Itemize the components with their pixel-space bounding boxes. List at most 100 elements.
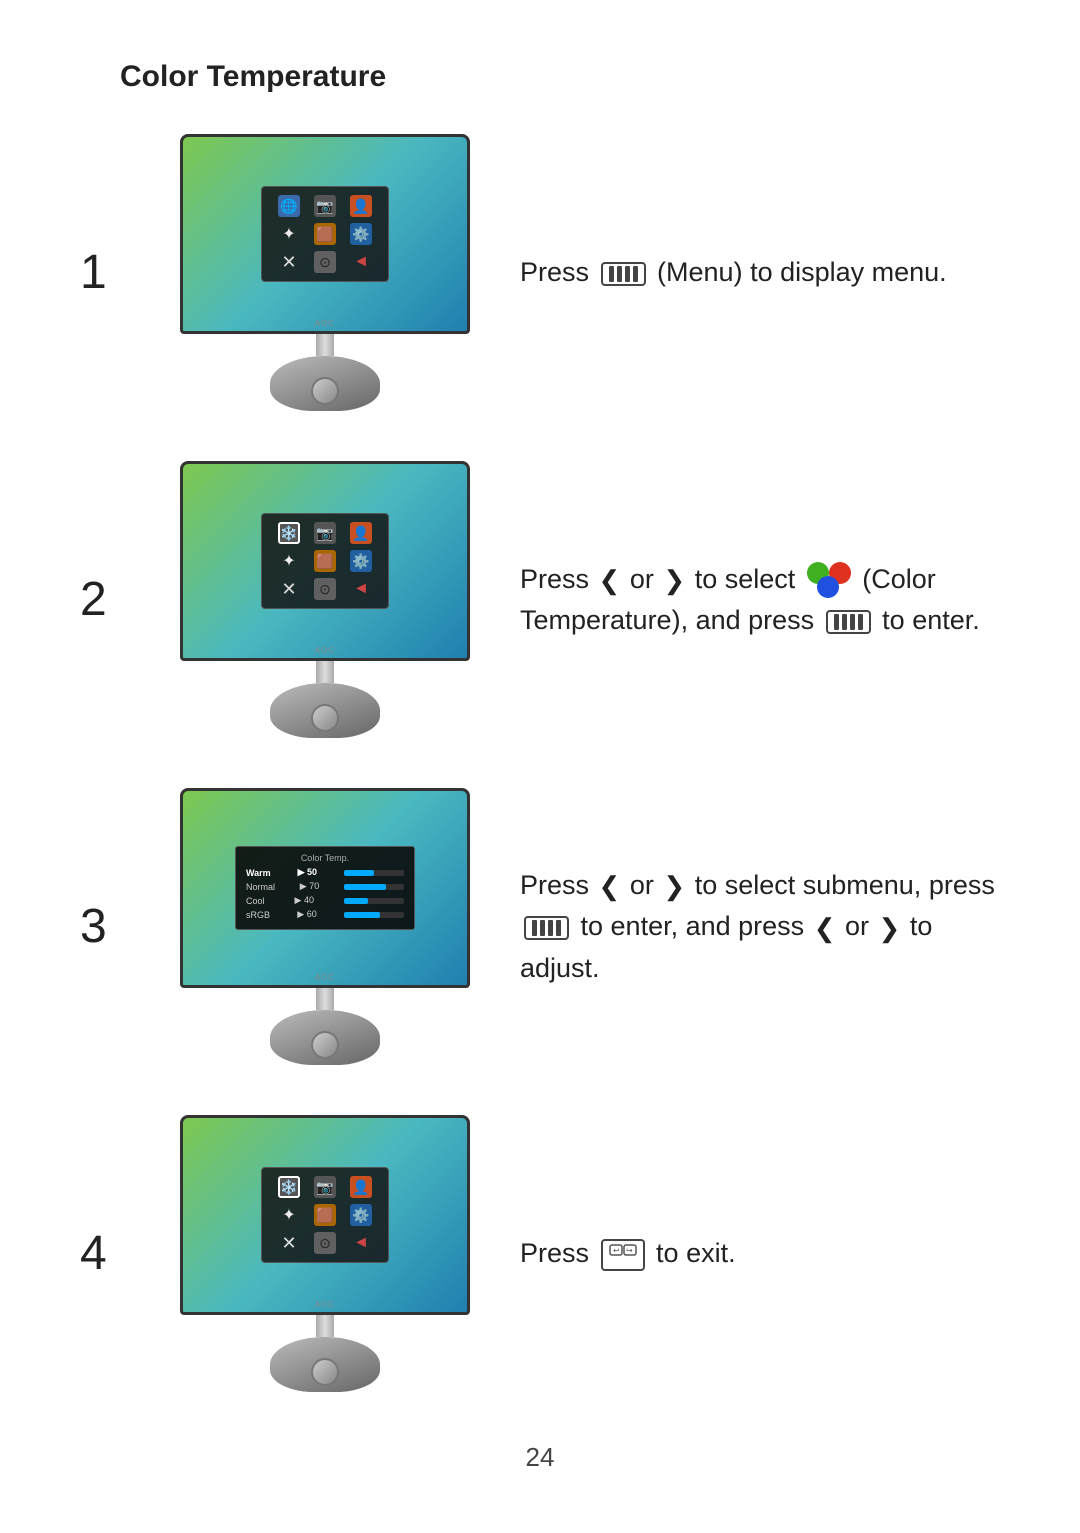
- stand-base-4: [270, 1337, 380, 1392]
- step-3-monitor: Color Temp. Warm ▶ 50 Normal ▶ 70 Cool ▶…: [170, 788, 480, 1065]
- step-2-number: 2: [80, 572, 130, 627]
- monitor-1-screen: 🌐 📷 👤 ✦ 🟫 ⚙️ ✕ ⊙ ◄ AOC: [183, 137, 467, 331]
- monitor-2: ❄️ 📷 👤 ✦ 🟫 ⚙️ ✕ ⊙ ◄ AOC: [180, 461, 470, 661]
- monitor-4-screen: ❄️ 📷 👤 ✦ 🟫 ⚙️ ✕ ⊙ ◄ AOC: [183, 1118, 467, 1312]
- icon-6: ⚙️: [350, 223, 372, 245]
- icon-4-8: ⊙: [314, 1232, 336, 1254]
- step-3-row: 3 Color Temp. Warm ▶ 50 Normal ▶ 70: [80, 788, 1000, 1065]
- menu-button-icon-3: [524, 916, 569, 940]
- step-4-desc: Press ↩ ↪ to exit.: [520, 1233, 1000, 1274]
- icon-7: ✕: [278, 251, 300, 273]
- monitor-brand-2: AOC: [315, 646, 335, 655]
- icon-3: 👤: [350, 195, 372, 217]
- svg-text:↩: ↩: [613, 1246, 620, 1255]
- stand-neck-1: [316, 334, 334, 356]
- submenu-title: Color Temp.: [246, 853, 404, 863]
- page-title: Color Temperature: [120, 60, 1000, 94]
- chevron-right-icon-3b: ❯: [879, 909, 901, 948]
- icon-4-5: 🟫: [314, 1204, 336, 1226]
- icon-2-4: ✦: [278, 550, 300, 572]
- monitor-3: Color Temp. Warm ▶ 50 Normal ▶ 70 Cool ▶…: [180, 788, 470, 988]
- monitor-brand-1: AOC: [315, 319, 335, 328]
- stand-foot-4: [311, 1358, 339, 1386]
- step-2-row: 2 ❄️ 📷 👤 ✦ 🟫 ⚙️ ✕ ⊙ ◄ AOC: [80, 461, 1000, 738]
- monitor-4: ❄️ 📷 👤 ✦ 🟫 ⚙️ ✕ ⊙ ◄ AOC: [180, 1115, 470, 1315]
- chevron-left-icon-2a: ❮: [599, 561, 621, 600]
- chevron-left-icon-3a: ❮: [599, 867, 621, 906]
- monitor-1: 🌐 📷 👤 ✦ 🟫 ⚙️ ✕ ⊙ ◄ AOC: [180, 134, 470, 334]
- step-2-to-enter: to enter.: [882, 605, 980, 635]
- monitor-3-screen: Color Temp. Warm ▶ 50 Normal ▶ 70 Cool ▶…: [183, 791, 467, 985]
- color-temperature-icon: [807, 562, 851, 598]
- step-1-desc: Press (Menu) to display menu.: [520, 252, 1000, 293]
- icon-2-7: ✕: [278, 578, 300, 600]
- blob-blue: [817, 576, 839, 598]
- monitor-2-screen: ❄️ 📷 👤 ✦ 🟫 ⚙️ ✕ ⊙ ◄ AOC: [183, 464, 467, 658]
- submenu-row-4: sRGB ▶ 60: [246, 909, 404, 920]
- exit-button-icon: ↩ ↪: [601, 1239, 645, 1271]
- stand-neck-3: [316, 988, 334, 1010]
- chevron-right-icon-2a: ❯: [663, 561, 685, 600]
- step-4-row: 4 ❄️ 📷 👤 ✦ 🟫 ⚙️ ✕ ⊙ ◄ AOC: [80, 1115, 1000, 1392]
- stand-base-2: [270, 683, 380, 738]
- chevron-left-icon-3b: ❮: [814, 909, 836, 948]
- step-4-monitor: ❄️ 📷 👤 ✦ 🟫 ⚙️ ✕ ⊙ ◄ AOC: [170, 1115, 480, 1392]
- step-3-or-1: or: [630, 870, 654, 900]
- submenu-row-1: Warm ▶ 50: [246, 867, 404, 878]
- stand-foot-1: [311, 377, 339, 405]
- screen-1-menu: 🌐 📷 👤 ✦ 🟫 ⚙️ ✕ ⊙ ◄: [261, 186, 389, 282]
- icon-8: ⊙: [314, 251, 336, 273]
- step-3-desc: Press ❮ or ❯ to select submenu, press to…: [520, 865, 1000, 988]
- screen-3-submenu: Color Temp. Warm ▶ 50 Normal ▶ 70 Cool ▶…: [235, 846, 415, 930]
- step-2-desc: Press ❮ or ❯ to select (Color Temperatur…: [520, 559, 1000, 641]
- stand-neck-2: [316, 661, 334, 683]
- icon-2-1: ❄️: [278, 522, 300, 544]
- icon-4-2: 📷: [314, 1176, 336, 1198]
- icon-9: ◄: [350, 251, 372, 273]
- icon-2-5: 🟫: [314, 550, 336, 572]
- icon-2-9: ◄: [350, 578, 372, 600]
- step-3-text-2: to enter, and press: [581, 911, 805, 941]
- menu-button-icon-1: [601, 262, 646, 286]
- step-3-text-1: to select submenu, press: [695, 870, 995, 900]
- icon-4-3: 👤: [350, 1176, 372, 1198]
- icon-4-6: ⚙️: [350, 1204, 372, 1226]
- step-1-text: (Menu) to display menu.: [657, 257, 947, 287]
- svg-text:↪: ↪: [626, 1246, 633, 1255]
- icon-2-6: ⚙️: [350, 550, 372, 572]
- icon-1: 🌐: [278, 195, 300, 217]
- stand-base-1: [270, 356, 380, 411]
- step-2-to-select: to select: [695, 564, 796, 594]
- exit-icon-svg: ↩ ↪: [609, 1244, 637, 1266]
- icon-4-4: ✦: [278, 1204, 300, 1226]
- icon-4-7: ✕: [278, 1232, 300, 1254]
- stand-base-3: [270, 1010, 380, 1065]
- chevron-right-icon-3a: ❯: [663, 867, 685, 906]
- monitor-brand-4: AOC: [315, 1300, 335, 1309]
- submenu-row-2: Normal ▶ 70: [246, 881, 404, 892]
- icon-4: ✦: [278, 223, 300, 245]
- screen-4-menu: ❄️ 📷 👤 ✦ 🟫 ⚙️ ✕ ⊙ ◄: [261, 1167, 389, 1263]
- step-3-number: 3: [80, 899, 130, 954]
- icon-5: 🟫: [314, 223, 336, 245]
- monitor-brand-3: AOC: [315, 973, 335, 982]
- icon-2-2: 📷: [314, 522, 336, 544]
- icon-4-1: ❄️: [278, 1176, 300, 1198]
- icon-4-9: ◄: [350, 1232, 372, 1254]
- step-2-monitor: ❄️ 📷 👤 ✦ 🟫 ⚙️ ✕ ⊙ ◄ AOC: [170, 461, 480, 738]
- icon-2-8: ⊙: [314, 578, 336, 600]
- stand-foot-3: [311, 1031, 339, 1059]
- menu-button-icon-2: [826, 610, 871, 634]
- step-3-or-2: or: [845, 911, 869, 941]
- submenu-row-3: Cool ▶ 40: [246, 895, 404, 906]
- step-4-text: to exit.: [656, 1238, 736, 1268]
- step-1-monitor: 🌐 📷 👤 ✦ 🟫 ⚙️ ✕ ⊙ ◄ AOC: [170, 134, 480, 411]
- icon-2-3: 👤: [350, 522, 372, 544]
- step-4-number: 4: [80, 1226, 130, 1281]
- step-1-number: 1: [80, 245, 130, 300]
- step-1-row: 1 🌐 📷 👤 ✦ 🟫 ⚙️ ✕ ⊙ ◄ AOC: [80, 134, 1000, 411]
- screen-2-menu: ❄️ 📷 👤 ✦ 🟫 ⚙️ ✕ ⊙ ◄: [261, 513, 389, 609]
- stand-neck-4: [316, 1315, 334, 1337]
- page-number: 24: [80, 1442, 1000, 1473]
- stand-foot-2: [311, 704, 339, 732]
